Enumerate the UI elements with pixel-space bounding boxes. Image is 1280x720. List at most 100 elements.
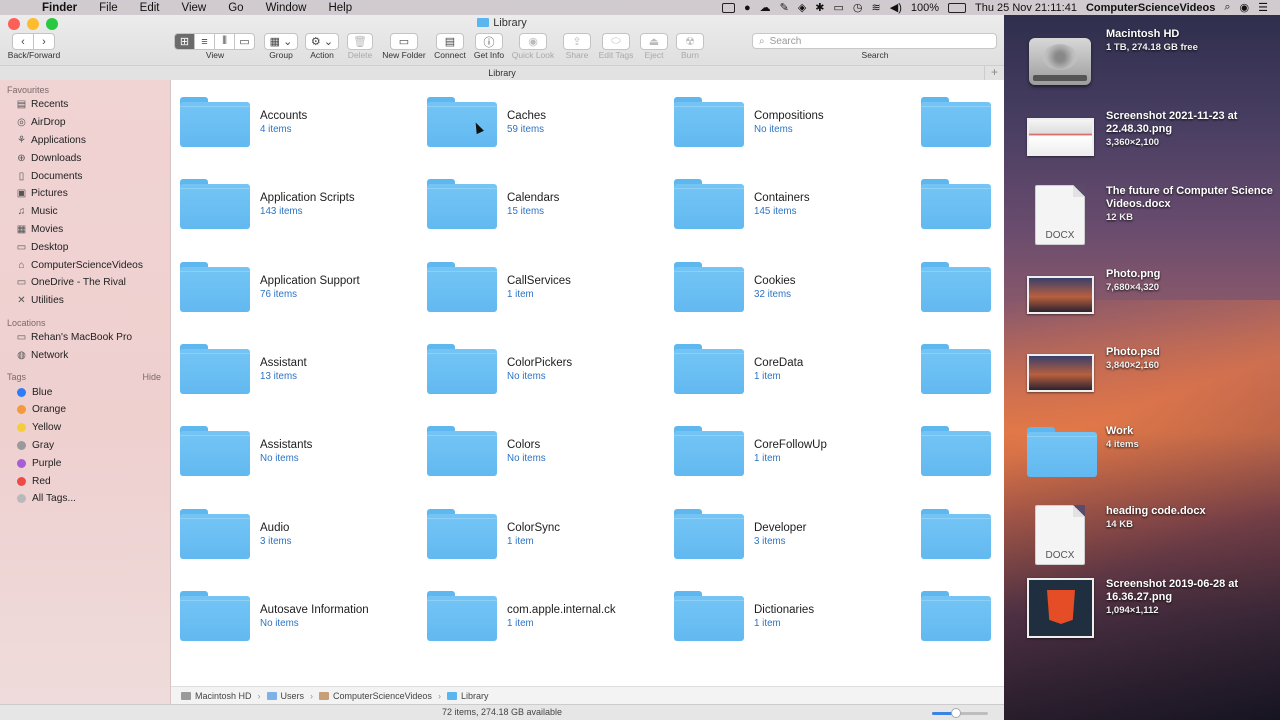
time-machine-icon[interactable]: ◷ [853,1,863,14]
menu-view[interactable]: View [182,2,207,14]
delete-button[interactable]: 🗑 [347,33,373,50]
folder-item-autosave-information[interactable]: Autosave Information No items [171,574,418,656]
sidebar-item-documents[interactable]: ▯ Documents [0,167,170,185]
back-button[interactable]: ‹ [12,33,34,50]
sidebar-item-rehan-s-macbook-pro[interactable]: ▭ Rehan's MacBook Pro [0,329,170,347]
folder-item-containers[interactable]: Containers 145 items [665,162,912,244]
folder-item-partial[interactable] [912,327,1004,409]
airplay-icon[interactable]: ▭ [834,1,844,14]
menu-window[interactable]: Window [266,2,307,14]
folder-item-corefollowup[interactable]: CoreFollowUp 1 item [665,409,912,491]
vpn-icon[interactable]: ◈ [798,1,806,14]
new-tab-button[interactable]: + [984,66,1004,80]
desktop-item-photo-png[interactable]: Photo.png 7,680×4,320 [1027,268,1277,342]
menu-file[interactable]: File [99,2,118,14]
path-item-macintosh-hd[interactable]: Macintosh HD [195,691,252,701]
search-input[interactable]: ⌕ Search [752,33,997,49]
sidebar-item-movies[interactable]: ▦ Movies [0,221,170,239]
spotlight-icon[interactable]: ⌕ [1224,1,1230,14]
folder-item-caches[interactable]: Caches 59 items [418,80,665,162]
get-info-button[interactable]: ⓘ [475,33,503,50]
folder-item-accounts[interactable]: Accounts 4 items [171,80,418,162]
sidebar-item-downloads[interactable]: ⊕ Downloads [0,149,170,167]
edit-tags-button[interactable]: ⬭ [602,33,630,50]
path-item-library[interactable]: Library [461,691,489,701]
sidebar-tag-all-tags[interactable]: All Tags... [0,490,170,508]
folder-item-developer[interactable]: Developer 3 items [665,492,912,574]
action-button[interactable]: ⚙ ⌄ [305,33,339,50]
sidebar-item-recents[interactable]: ▤ Recents [0,96,170,114]
share-button[interactable]: ⇪ [563,33,591,50]
folder-item-partial[interactable] [912,80,1004,162]
folder-item-calendars[interactable]: Calendars 15 items [418,162,665,244]
menu-app-name[interactable]: Finder [42,2,77,14]
folder-item-partial[interactable] [912,409,1004,491]
sidebar-tag-orange[interactable]: Orange [0,401,170,419]
path-item-computersciencevideos[interactable]: ComputerScienceVideos [333,691,432,701]
sidebar-tag-red[interactable]: Red [0,472,170,490]
menu-edit[interactable]: Edit [140,2,160,14]
volume-icon[interactable]: ◀) [890,1,902,14]
evernote-icon[interactable]: ✎ [780,1,789,14]
folder-item-application-scripts[interactable]: Application Scripts 143 items [171,162,418,244]
folder-item-partial[interactable] [912,574,1004,656]
forward-button[interactable]: › [33,33,55,50]
cloud-icon[interactable]: ☁ [760,1,771,14]
icon-size-slider[interactable] [932,708,988,718]
tab-library[interactable]: Library [488,68,516,78]
new-folder-button[interactable]: ▭ [390,33,418,50]
burn-button[interactable]: ☢ [676,33,704,50]
sidebar-item-pictures[interactable]: ▣ Pictures [0,185,170,203]
desktop-item-screenshot-2021-11-23-at-22-48-30-png[interactable]: Screenshot 2021-11-23 at 22.48.30.png 3,3… [1027,110,1277,184]
sidebar-tag-gray[interactable]: Gray [0,437,170,455]
folder-item-com-apple-internal-ck[interactable]: com.apple.internal.ck 1 item [418,574,665,656]
wifi-icon[interactable]: ≋ [872,1,881,14]
folder-item-partial[interactable] [912,162,1004,244]
menu-user[interactable]: ComputerScienceVideos [1086,2,1215,14]
sidebar-item-airdrop[interactable]: ◎ AirDrop [0,114,170,132]
folder-item-assistant[interactable]: Assistant 13 items [171,327,418,409]
desktop-item-heading-code-docx[interactable]: DOCX heading code.docx 14 KB [1027,505,1277,579]
slider-knob[interactable] [951,708,961,718]
creative-cloud-icon[interactable]: ● [744,2,751,14]
folder-item-colors[interactable]: Colors No items [418,409,665,491]
folder-item-coredata[interactable]: CoreData 1 item [665,327,912,409]
quick-look-button[interactable]: ◉ [519,33,547,50]
sidebar-item-computersciencevideos[interactable]: ⌂ ComputerScienceVideos [0,256,170,274]
view-icons-button[interactable]: ⊞ [174,33,195,50]
folder-item-audio[interactable]: Audio 3 items [171,492,418,574]
bluetooth-icon[interactable]: ✱ [815,1,824,14]
sidebar-item-onedrive-the-rival[interactable]: ▭ OneDrive - The Rival [0,274,170,292]
folder-item-colorsync[interactable]: ColorSync 1 item [418,492,665,574]
sidebar-tag-yellow[interactable]: Yellow [0,419,170,437]
siri-icon[interactable]: ◉ [1240,1,1250,14]
view-gallery-button[interactable]: ▭ [234,33,255,50]
desktop-item-the-future-of-computer-science-videos-docx[interactable]: DOCX The future of Computer Science Video… [1027,185,1277,259]
battery-icon[interactable] [948,2,967,13]
group-button[interactable]: ▦ ⌄ [264,33,298,50]
desktop-item-photo-psd[interactable]: Photo.psd 3,840×2,160 [1027,346,1277,420]
folder-item-assistants[interactable]: Assistants No items [171,409,418,491]
battery-percent[interactable]: 100% [911,2,939,14]
view-columns-button[interactable]: ⫴ [214,33,235,50]
menu-go[interactable]: Go [228,2,243,14]
folder-item-cookies[interactable]: Cookies 32 items [665,245,912,327]
notification-center-icon[interactable]: ☰ [1258,1,1268,14]
desktop-item-work[interactable]: Work 4 items [1027,425,1277,499]
desktop-item-screenshot-2019-06-28-at-16-36-27-png[interactable]: Screenshot 2019-06-28 at 16.36.27.png 1,0… [1027,578,1277,652]
folder-item-callservices[interactable]: CallServices 1 item [418,245,665,327]
connect-button[interactable]: ▤ [436,33,464,50]
eject-button[interactable]: ⏏ [640,33,668,50]
sidebar-tag-purple[interactable]: Purple [0,454,170,472]
folder-item-colorpickers[interactable]: ColorPickers No items [418,327,665,409]
folder-item-partial[interactable] [912,492,1004,574]
folder-item-partial[interactable] [912,245,1004,327]
tags-hide-button[interactable]: Hide [142,372,161,382]
sidebar-item-music[interactable]: ♫ Music [0,203,170,221]
sidebar-item-desktop[interactable]: ▭ Desktop [0,238,170,256]
menu-clock[interactable]: Thu 25 Nov 21:11:41 [975,2,1077,14]
sidebar-tag-blue[interactable]: Blue [0,383,170,401]
sidebar-item-utilities[interactable]: ✕ Utilities [0,292,170,310]
folder-item-application-support[interactable]: Application Support 76 items [171,245,418,327]
menu-help[interactable]: Help [328,2,352,14]
